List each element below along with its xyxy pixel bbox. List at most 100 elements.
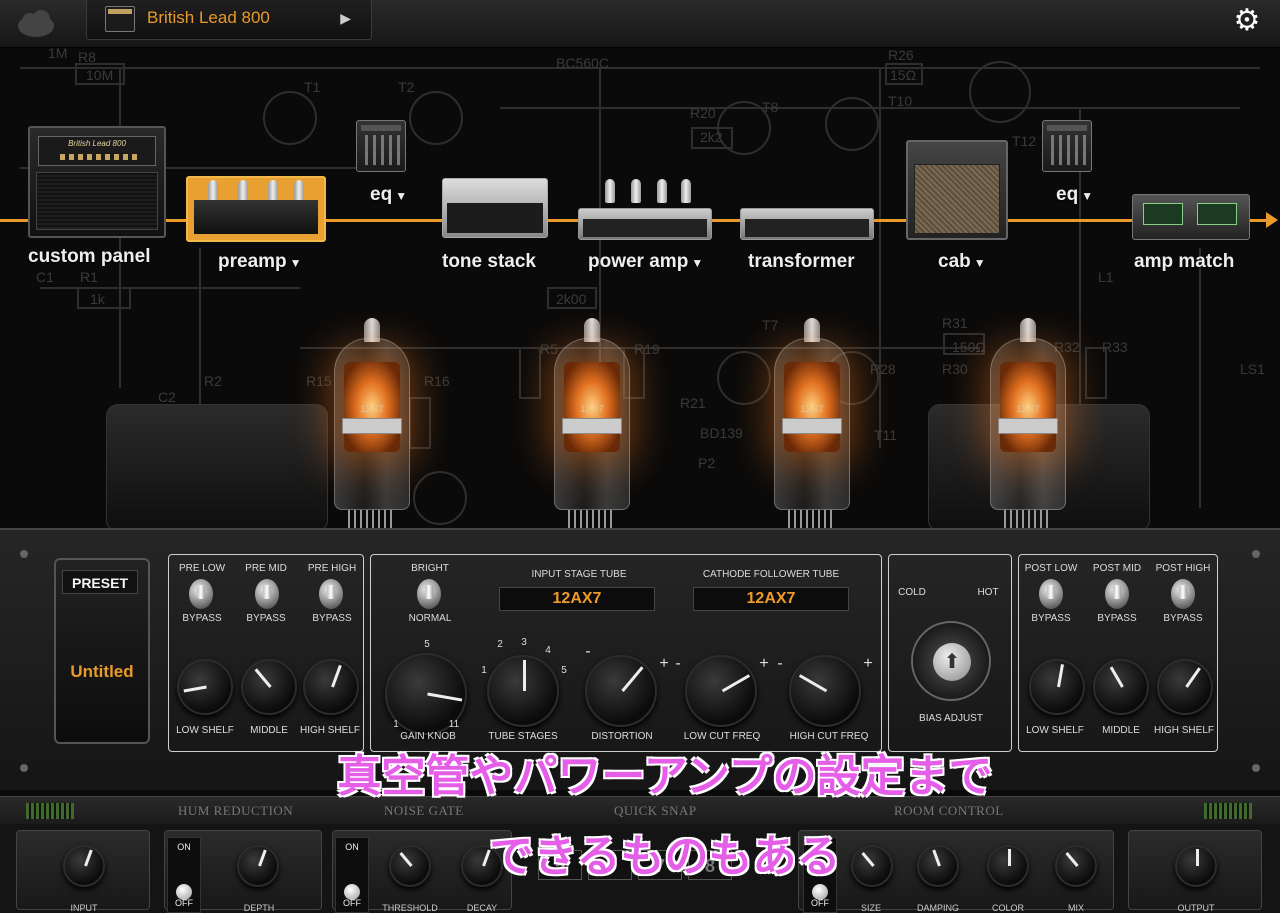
bright-label: BRIGHT	[411, 563, 449, 574]
preamp-tube-4[interactable]: 12 X7	[990, 318, 1066, 532]
preamp-module[interactable]	[186, 176, 326, 242]
post-low-shelf-knob[interactable]	[1029, 659, 1085, 715]
svg-text:T1: T1	[304, 79, 321, 95]
pre-high-toggle[interactable]	[319, 579, 343, 609]
chevron-down-icon[interactable]: ▼	[290, 256, 302, 270]
noise-gate-label: NOISE GATE	[384, 803, 464, 818]
preamp-tube-2[interactable]: 12 X7	[554, 318, 630, 532]
distortion-plus: +	[659, 655, 669, 672]
custom-panel-knobs	[60, 154, 140, 160]
bias-cold-label: COLD	[898, 587, 926, 598]
chain-label-transformer[interactable]: transformer	[748, 251, 855, 273]
low-cut-freq-knob[interactable]	[685, 655, 757, 727]
pre-low-label: PRE LOW	[178, 563, 226, 574]
input-level-meter	[26, 803, 74, 819]
decay-label: DECAY	[466, 903, 498, 913]
pre-low-toggle[interactable]	[189, 579, 213, 609]
arrow-up-icon[interactable]: ⬆	[933, 643, 971, 681]
post-high-toggle[interactable]	[1171, 579, 1195, 609]
distortion-minus: -	[585, 643, 591, 660]
svg-text:15Ω: 15Ω	[890, 67, 916, 83]
bright-toggle[interactable]	[417, 579, 441, 609]
bias-adjust-control[interactable]: ⬆	[911, 621, 991, 701]
chevron-down-icon[interactable]: ▼	[974, 256, 986, 270]
stages-scale-4: 4	[545, 645, 551, 656]
gear-icon[interactable]: ⚙	[1232, 6, 1262, 36]
tube-stage-section: BRIGHT NORMAL INPUT STAGE TUBE 12AX7 CAT…	[370, 554, 882, 752]
preamp-tube-3[interactable]: 12 X7	[774, 318, 850, 532]
amp-match-module[interactable]	[1132, 194, 1250, 240]
svg-text:1M: 1M	[48, 48, 67, 61]
chevron-right-icon[interactable]: ▶	[340, 10, 351, 27]
svg-text:R33: R33	[1102, 339, 1128, 355]
cloud-icon[interactable]	[14, 6, 58, 40]
svg-text:BD139: BD139	[700, 425, 743, 441]
preset-selector[interactable]: British Lead 800 ▶	[86, 0, 372, 40]
overlay-caption-line-1: 真空管やパワーアンプの設定まで	[337, 751, 993, 802]
svg-text:R8: R8	[78, 49, 96, 65]
svg-text:1k: 1k	[90, 291, 106, 307]
room-damping-label: DAMPING	[916, 903, 959, 913]
chain-label-amp-match[interactable]: amp match	[1134, 251, 1234, 273]
distortion-knob[interactable]	[585, 655, 657, 727]
svg-text:R19: R19	[634, 341, 660, 357]
normal-label: NORMAL	[408, 613, 452, 624]
tone-stack-module[interactable]	[442, 178, 548, 238]
chain-label-eq-1[interactable]: eq ▼	[370, 184, 407, 206]
svg-text:R16: R16	[424, 373, 450, 389]
post-mid-toggle[interactable]	[1105, 579, 1129, 609]
svg-text:P2: P2	[698, 455, 715, 471]
high-cut-minus: -	[777, 655, 783, 672]
input-label: INPUT	[70, 903, 98, 913]
chain-label-cab[interactable]: cab ▼	[938, 251, 986, 273]
post-low-toggle[interactable]	[1039, 579, 1063, 609]
amp-preset-box[interactable]: PRESET Untitled	[54, 558, 150, 744]
svg-text:R2: R2	[204, 373, 222, 389]
svg-text:2k2: 2k2	[700, 129, 723, 145]
pre-low-shelf-label: LOW SHELF	[176, 725, 234, 736]
chain-label-tone-stack[interactable]: tone stack	[442, 251, 536, 273]
cab-module[interactable]	[906, 140, 1008, 240]
eq-module-1[interactable]	[356, 120, 406, 172]
hum-reduction-label: HUM REDUCTION	[178, 803, 294, 818]
pre-high-shelf-knob[interactable]	[303, 659, 359, 715]
signal-chain-arrow	[1266, 212, 1278, 228]
chain-label-power-amp[interactable]: power amp ▼	[588, 251, 703, 273]
output-label: OUTPUT	[1177, 903, 1215, 913]
pre-mid-toggle[interactable]	[255, 579, 279, 609]
post-low-label: POST LOW	[1024, 563, 1078, 574]
chain-label-preamp[interactable]: preamp ▼	[218, 251, 302, 273]
cathode-follower-tube-display[interactable]: 12AX7	[693, 587, 849, 611]
custom-panel-plate: British Lead 800	[38, 136, 156, 166]
svg-text:R28: R28	[870, 361, 896, 377]
depth-label: DEPTH	[243, 903, 275, 913]
post-middle-knob[interactable]	[1093, 659, 1149, 715]
svg-text:L1: L1	[1098, 269, 1114, 285]
high-cut-freq-knob[interactable]	[789, 655, 861, 727]
pre-low-shelf-knob[interactable]	[177, 659, 233, 715]
svg-text:T12: T12	[1012, 133, 1036, 149]
post-low-bypass-label: BYPASS	[1031, 613, 1071, 624]
svg-text:R26: R26	[888, 48, 914, 63]
chain-label-custom-panel[interactable]: custom panel	[28, 246, 150, 268]
chevron-down-icon[interactable]: ▼	[1081, 189, 1093, 203]
high-cut-plus: +	[863, 655, 873, 672]
room-size-label: SIZE	[860, 903, 881, 913]
transformer-module[interactable]	[740, 208, 874, 240]
svg-text:150Ω: 150Ω	[952, 339, 986, 355]
input-stage-tube-display[interactable]: 12AX7	[499, 587, 655, 611]
svg-text:R30: R30	[942, 361, 968, 377]
custom-panel-module[interactable]: British Lead 800	[28, 126, 166, 238]
pre-middle-knob[interactable]	[241, 659, 297, 715]
preamp-tube-1[interactable]: 12 X7	[334, 318, 410, 532]
chevron-down-icon[interactable]: ▼	[395, 189, 407, 203]
power-amp-module[interactable]	[578, 179, 712, 240]
eq-module-2[interactable]	[1042, 120, 1092, 172]
post-high-shelf-knob[interactable]	[1157, 659, 1213, 715]
preset-name: British Lead 800	[147, 8, 270, 27]
tube-stages-knob[interactable]	[487, 655, 559, 727]
chevron-down-icon[interactable]: ▼	[691, 256, 703, 270]
custom-panel-grill	[36, 172, 158, 230]
chain-label-eq-2[interactable]: eq ▼	[1056, 184, 1093, 206]
transformer-left	[106, 404, 328, 532]
